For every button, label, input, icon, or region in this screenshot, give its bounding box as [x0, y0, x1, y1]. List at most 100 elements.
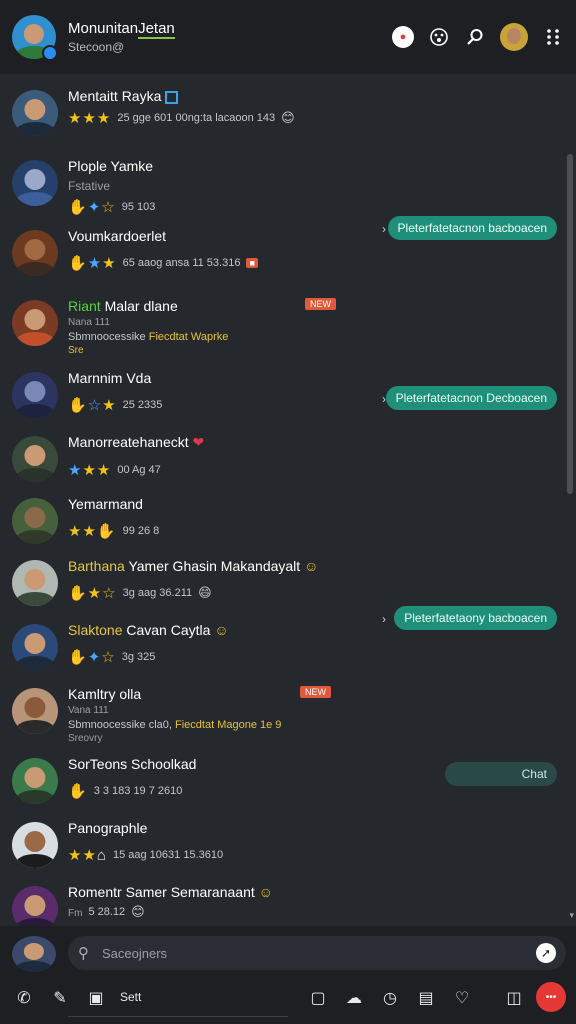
list-item[interactable]: Kamltry olla Vana 111 Sbmnoocessike cla0…: [0, 680, 560, 744]
list-item[interactable]: Mentaitt Rayka ★★★ 25 gge 601 00ng:ta la…: [0, 82, 560, 146]
rating-stars-icon: ★★⌂: [68, 847, 107, 864]
contact-description: Sbmnoocessike Fiecdtat Waprke: [68, 331, 229, 343]
emoji-icon: 😊: [131, 904, 145, 919]
rating-stars-icon: ✋✦☆: [68, 199, 116, 216]
list-item[interactable]: Plople Yamke Fstative ✋✦☆ 95 103: [0, 152, 560, 216]
search-bar[interactable]: ⚲ ➚: [68, 936, 566, 970]
composer-avatar[interactable]: [12, 936, 56, 972]
contact-meta: Fm 5 28.12 😊: [68, 904, 145, 919]
contact-name: Plople Yamke: [68, 158, 154, 174]
contact-note: Sreovry: [68, 733, 103, 744]
smile-icon: ☺: [214, 622, 229, 638]
rating-stars-icon: ✋: [68, 783, 88, 800]
menu-icon[interactable]: [542, 26, 564, 48]
rating-stars-icon: ★★★: [68, 110, 112, 127]
whatsapp-icon[interactable]: ✆: [12, 986, 36, 1010]
contact-meta: ✋★★ 65 aaog ansa 11 53.316 ■: [68, 254, 360, 272]
contact-name: Voumkardoerlet: [68, 228, 167, 244]
contact-meta: ★★⌂ 15 aag 10631 15.3610: [68, 847, 224, 864]
avatar: [12, 886, 58, 926]
contact-description: Sbmnoocessike cla0, Fiecdtat Magone 1e 9: [68, 719, 282, 731]
rating-stars-icon: ★★✋: [68, 523, 117, 540]
avatar: [12, 160, 58, 206]
paw-icon[interactable]: [428, 26, 450, 48]
search-input[interactable]: [102, 945, 536, 961]
rating-stars-icon: ✋★★: [68, 255, 117, 272]
stop-icon[interactable]: ▣: [84, 986, 108, 1010]
heart-icon: ❤: [192, 434, 205, 450]
contact-status: Vana 111: [68, 705, 109, 716]
record-icon[interactable]: ●: [392, 26, 414, 48]
scroll-down-icon[interactable]: ▾: [569, 910, 574, 921]
contact-name: Barthana Yamer Ghasin Makandayalt ☺: [68, 558, 319, 574]
header-icons: ●: [392, 23, 564, 51]
flag-icon: ■: [246, 258, 258, 268]
avatar: [12, 688, 58, 734]
contact-name: SorTeons Schoolkad: [68, 756, 197, 772]
rating-stars-icon: ★★★: [68, 462, 112, 479]
avatar: [12, 758, 58, 804]
contact-name: Marnnim Vda: [68, 370, 152, 386]
profile-avatar[interactable]: [12, 15, 58, 61]
conversation-list[interactable]: Mentaitt Rayka ★★★ 25 gge 601 00ng:ta la…: [0, 74, 576, 926]
list-item[interactable]: Romentr Samer Semaranaant ☺ Fm 5 28.12 😊: [0, 878, 560, 926]
page-subtitle: Stecoon@: [68, 40, 125, 54]
edit-icon[interactable]: ✎: [48, 986, 72, 1010]
online-badge: [42, 45, 58, 61]
contact-name: Romentr Samer Semaranaant ☺: [68, 884, 273, 900]
action-pill[interactable]: Pleterfatetacnon bacboacen: [387, 216, 557, 240]
scrollbar[interactable]: [567, 154, 573, 494]
contact-status: Nana 111: [68, 317, 110, 328]
list-item[interactable]: Manorreatehaneckt ❤ ★★★ 00 Ag 47: [0, 428, 560, 492]
page-title: MonunitanJetan: [68, 20, 392, 39]
rating-stars-icon: ✋☆★: [68, 397, 117, 414]
cloud-icon[interactable]: ☁: [342, 986, 366, 1010]
chat-icon[interactable]: ▢: [306, 986, 330, 1010]
action-pill[interactable]: Pleterfatetacnon Decboacen: [385, 386, 557, 410]
clock-icon[interactable]: ◷: [378, 986, 402, 1010]
divider: [68, 1016, 288, 1017]
emoji-icon: ☺: [258, 884, 273, 900]
search-icon[interactable]: [464, 26, 486, 48]
list-item[interactable]: Panographle ★★⌂ 15 aag 10631 15.3610: [0, 814, 560, 878]
send-icon[interactable]: ➚: [536, 943, 556, 963]
contact-meta: ★★★ 00 Ag 47: [68, 462, 161, 479]
contact-name: Mentaitt Rayka: [68, 88, 360, 104]
title-underlined: Jetan: [138, 20, 175, 39]
avatar: [12, 560, 58, 606]
toolbar: ✆ ✎ ▣ Sett ▢ ☁ ◷ ▤ ♡ ◫ •••: [0, 982, 576, 1018]
search-icon: ⚲: [78, 945, 89, 962]
avatar: [12, 498, 58, 544]
app-header: MonunitanJetan Stecoon@ ●: [0, 0, 576, 74]
list-item[interactable]: Riant Malar dlane Nana 111 Sbmnoocessike…: [0, 292, 560, 356]
more-button[interactable]: •••: [536, 982, 566, 1012]
contact-note: Sre: [68, 345, 84, 356]
contact-name: Slaktone Cavan Caytla ☺: [68, 622, 229, 638]
rating-stars-icon: ✋✦☆: [68, 649, 116, 666]
list-item[interactable]: Yemarmand ★★✋ 99 26 8: [0, 490, 560, 554]
contact-status: Fstative: [68, 179, 111, 193]
user-avatar[interactable]: [500, 23, 528, 51]
contact-meta: ✋ 3 3 183 19 7 2610: [68, 783, 183, 800]
action-pill[interactable]: Pleterfatetaony bacboacen: [394, 606, 557, 630]
settings-label[interactable]: Sett: [120, 990, 141, 1004]
avatar: [12, 90, 58, 136]
bottom-bar: ⚲ ➚ ✆ ✎ ▣ Sett ▢ ☁ ◷ ▤ ♡ ◫ •••: [0, 926, 576, 1024]
avatar: [12, 436, 58, 482]
avatar: [12, 372, 58, 418]
note-icon[interactable]: ▤: [414, 986, 438, 1010]
contact-meta: ✋☆★ 25 2335: [68, 397, 163, 414]
contact-name: Manorreatehaneckt ❤: [68, 434, 205, 450]
message-icon[interactable]: ◫: [502, 986, 526, 1010]
contact-name: Panographle: [68, 820, 148, 836]
new-badge: NEW: [300, 686, 331, 698]
title-text: Monunitan: [68, 20, 139, 37]
header-titles: MonunitanJetan Stecoon@: [68, 20, 392, 54]
smile-icon: ☺: [304, 558, 319, 574]
contact-meta: ✋✦☆ 3g 325: [68, 649, 156, 666]
chat-button[interactable]: Chat: [445, 762, 557, 786]
avatar: [12, 822, 58, 868]
contact-meta: ★★★ 25 gge 601 00ng:ta lacaoon 143 😊: [68, 110, 295, 127]
heart-icon[interactable]: ♡: [450, 986, 474, 1010]
avatar: [12, 300, 58, 346]
